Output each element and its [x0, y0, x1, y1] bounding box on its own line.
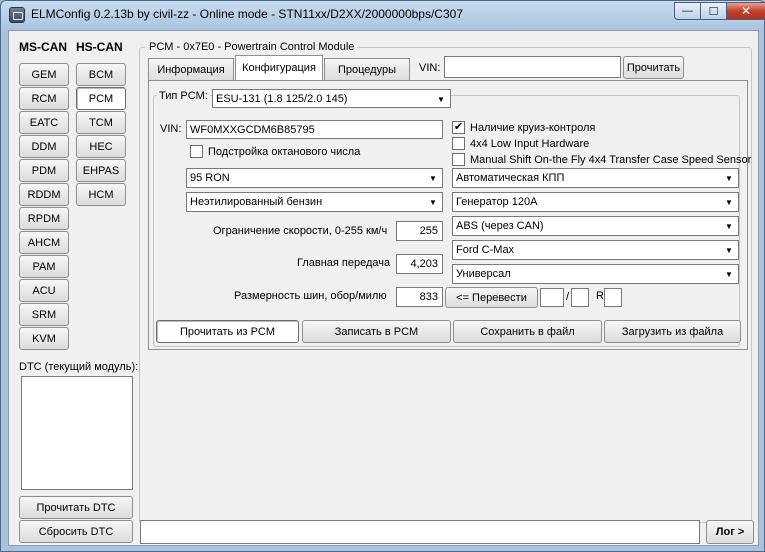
- chevron-down-icon: ▼: [725, 245, 733, 255]
- dtc-label: DTC (текущий модуль):: [19, 361, 139, 373]
- pcm-group-title: PCM - 0x7E0 - Powertrain Control Module: [146, 41, 358, 53]
- low-input-hw-label: 4x4 Low Input Hardware: [470, 137, 590, 150]
- fuel-type-value: Неэтилированный бензин: [190, 196, 323, 208]
- ms-can-module-button-rcm[interactable]: RCM: [19, 87, 69, 110]
- chevron-down-icon: ▼: [725, 269, 733, 279]
- hs-can-module-button-pcm[interactable]: PCM: [76, 87, 126, 110]
- read-vin-button[interactable]: Прочитать: [623, 56, 684, 79]
- log-button[interactable]: Лог >: [706, 520, 754, 544]
- close-button[interactable]: ✕: [726, 2, 765, 20]
- abs-value: ABS (через CAN): [456, 220, 544, 232]
- config-vin-label: VIN:: [160, 123, 182, 135]
- chevron-down-icon: ▼: [437, 94, 445, 104]
- octane-checkbox-box: [190, 145, 203, 158]
- tab-info[interactable]: Информация: [148, 58, 234, 80]
- status-bar: [140, 520, 700, 544]
- maximize-icon: ☐: [708, 5, 719, 18]
- close-icon: ✕: [740, 4, 752, 18]
- pcm-type-label: Тип PCM:: [157, 90, 210, 102]
- speed-limit-label: Ограничение скорости, 0-255 км/ч: [213, 225, 388, 237]
- hs-can-module-button-hec[interactable]: HEC: [76, 135, 126, 158]
- ms-can-module-button-pam[interactable]: PAM: [19, 255, 69, 278]
- chevron-down-icon: ▼: [429, 197, 437, 207]
- save-file-button[interactable]: Сохранить в файл: [453, 320, 602, 343]
- ms-can-module-button-rddm[interactable]: RDDM: [19, 183, 69, 206]
- low-input-checkbox-box: [452, 137, 465, 150]
- config-vin-input[interactable]: WF0MXXGCDM6B85795: [186, 120, 443, 139]
- tab-procedures[interactable]: Процедуры: [324, 58, 410, 80]
- hs-can-module-button-tcm[interactable]: TCM: [76, 111, 126, 134]
- octane-adjust-label: Подстройка октанового числа: [208, 145, 361, 158]
- chevron-down-icon: ▼: [725, 197, 733, 207]
- write-pcm-button[interactable]: Записать в PCM: [302, 320, 451, 343]
- app-window: ELMConfig 0.2.13b by civil-zz - Online m…: [0, 0, 765, 552]
- tire-size-label: Размерность шин, обор/милю: [234, 290, 387, 302]
- tire-size-input[interactable]: 833: [396, 287, 443, 307]
- window-title: ELMConfig 0.2.13b by civil-zz - Online m…: [31, 7, 463, 21]
- low-input-hw-checkbox[interactable]: 4x4 Low Input Hardware: [452, 137, 589, 150]
- hs-can-module-button-ehpas[interactable]: EHPAS: [76, 159, 126, 182]
- chevron-down-icon: ▼: [725, 173, 733, 183]
- ms-can-module-button-eatc[interactable]: EATC: [19, 111, 69, 134]
- body-value: Универсал: [456, 268, 511, 280]
- fuel-octane-value: 95 RON: [190, 172, 230, 184]
- ms-can-module-button-kvm[interactable]: KVM: [19, 327, 69, 350]
- chevron-down-icon: ▼: [429, 173, 437, 183]
- read-dtc-button[interactable]: Прочитать DTC: [19, 496, 133, 519]
- ms-can-module-button-acu[interactable]: ACU: [19, 279, 69, 302]
- cruise-control-checkbox[interactable]: ✔ Наличие круиз-контроля: [452, 121, 595, 134]
- manual-shift-checkbox-box: [452, 153, 465, 166]
- final-drive-label: Главная передача: [297, 257, 391, 269]
- clear-dtc-button[interactable]: Сбросить DTC: [19, 520, 133, 543]
- vin-top-input[interactable]: [444, 56, 621, 78]
- hs-can-module-button-bcm[interactable]: BCM: [76, 63, 126, 86]
- fuel-octane-select[interactable]: 95 RON ▼: [186, 168, 443, 188]
- hs-can-header: HS-CAN: [76, 40, 123, 54]
- body-select[interactable]: Универсал ▼: [452, 264, 739, 284]
- tire-width-input[interactable]: [540, 288, 564, 307]
- minimize-icon: —: [682, 5, 693, 17]
- tire-rim-input[interactable]: [604, 288, 622, 307]
- convert-button[interactable]: <= Перевести: [445, 287, 538, 308]
- dtc-list[interactable]: [21, 376, 133, 490]
- ms-can-module-button-srm[interactable]: SRM: [19, 303, 69, 326]
- ms-can-module-button-pdm[interactable]: PDM: [19, 159, 69, 182]
- final-drive-input[interactable]: 4,203: [396, 254, 443, 274]
- speed-limit-input[interactable]: 255: [396, 221, 443, 241]
- ms-can-module-button-gem[interactable]: GEM: [19, 63, 69, 86]
- fuel-type-select[interactable]: Неэтилированный бензин ▼: [186, 192, 443, 212]
- client-area: MS-CAN HS-CAN DTC (текущий модуль): Проч…: [8, 30, 759, 546]
- tab-config[interactable]: Конфигурация: [235, 55, 323, 80]
- chevron-down-icon: ▼: [725, 221, 733, 231]
- read-pcm-button[interactable]: Прочитать из PCM: [156, 320, 299, 343]
- manual-shift-checkbox[interactable]: Manual Shift On-the Fly 4x4 Transfer Cas…: [452, 153, 751, 166]
- pcm-type-value: ESU-131 (1.8 125/2.0 145): [216, 92, 348, 105]
- app-icon: [9, 7, 25, 23]
- ms-can-header: MS-CAN: [19, 40, 67, 54]
- tire-profile-input[interactable]: [571, 288, 589, 307]
- generator-value: Генератор 120А: [456, 196, 538, 208]
- transmission-select[interactable]: Автоматическая КПП ▼: [452, 168, 739, 188]
- ms-can-module-button-ddm[interactable]: DDM: [19, 135, 69, 158]
- cruise-control-label: Наличие круиз-контроля: [470, 121, 596, 134]
- title-bar: ELMConfig 0.2.13b by civil-zz - Online m…: [1, 1, 765, 28]
- transmission-value: Автоматическая КПП: [456, 172, 565, 184]
- manual-shift-label: Manual Shift On-the Fly 4x4 Transfer Cas…: [470, 153, 752, 166]
- minimize-button[interactable]: —: [674, 2, 701, 20]
- cruise-checkbox-box: ✔: [452, 121, 465, 134]
- maximize-button[interactable]: ☐: [700, 2, 727, 20]
- load-file-button[interactable]: Загрузить из файла: [604, 320, 741, 343]
- generator-select[interactable]: Генератор 120А ▼: [452, 192, 739, 212]
- ms-can-module-button-rpdm[interactable]: RPDM: [19, 207, 69, 230]
- vin-top-label: VIN:: [419, 62, 441, 74]
- octane-adjust-checkbox[interactable]: Подстройка октанового числа: [190, 145, 360, 158]
- tire-r-label: R: [596, 290, 604, 302]
- ms-can-module-button-ahcm[interactable]: AHCM: [19, 231, 69, 254]
- abs-select[interactable]: ABS (через CAN) ▼: [452, 216, 739, 236]
- model-value: Ford C-Max: [456, 244, 515, 256]
- tire-slash: /: [566, 291, 570, 303]
- pcm-type-select[interactable]: ESU-131 (1.8 125/2.0 145) ▼: [212, 89, 451, 108]
- model-select[interactable]: Ford C-Max ▼: [452, 240, 739, 260]
- hs-can-module-button-hcm[interactable]: HCM: [76, 183, 126, 206]
